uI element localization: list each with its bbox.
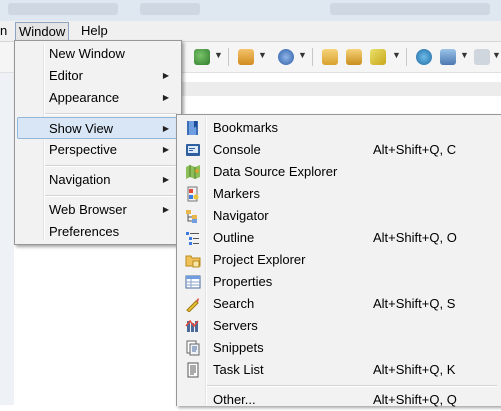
chevron-down-icon[interactable]: ▼ (214, 50, 223, 60)
title-blur (140, 3, 200, 15)
view-item-shortcut: Alt+Shift+Q, S (373, 296, 456, 311)
snippets-icon (186, 340, 200, 356)
view-item-label: Search (213, 296, 255, 311)
pen-icon[interactable] (370, 49, 386, 65)
menu-item-perspective[interactable]: Perspective ▶ (17, 139, 179, 161)
submenu-arrow-icon: ▶ (162, 71, 169, 80)
chevron-down-icon[interactable]: ▼ (392, 50, 401, 60)
view-item-label: Task List (213, 362, 264, 377)
view-item-label: Console (213, 142, 261, 157)
run-icon[interactable] (194, 49, 210, 65)
submenu-arrow-icon: ▶ (162, 175, 169, 184)
view-item-label: Markers (213, 186, 260, 201)
view-item-label: Outline (213, 230, 255, 245)
servers-icon (185, 319, 199, 332)
view-item-servers[interactable]: Servers (179, 315, 499, 337)
view-item-shortcut: Alt+Shift+Q, K (373, 362, 456, 377)
view-item-other[interactable]: Other... Alt+Shift+Q, Q (179, 389, 499, 411)
chevron-down-icon[interactable]: ▼ (258, 50, 267, 60)
menu-item-show-view[interactable]: Show View ▶ (17, 117, 179, 139)
menu-item-label: Show View (49, 121, 114, 136)
outline-icon (186, 232, 199, 245)
open-type-icon[interactable] (322, 49, 338, 65)
title-bar (0, 0, 501, 22)
console-icon (186, 144, 200, 156)
project-explorer-icon (185, 255, 201, 268)
menu-item-label: Perspective (49, 142, 117, 157)
open-folder-icon[interactable] (346, 49, 362, 65)
menu-item-label: Appearance (49, 90, 120, 105)
toolbar-separator (312, 48, 313, 66)
view-item-label: Other... (213, 392, 256, 407)
view-item-shortcut: Alt+Shift+Q, Q (373, 392, 457, 407)
new-package-icon[interactable] (238, 49, 254, 65)
globe-icon[interactable] (416, 49, 432, 65)
menu-item-label: Editor (49, 68, 83, 83)
chevron-down-icon[interactable]: ▼ (460, 50, 469, 60)
show-view-submenu: Bookmarks Console Alt+Shift+Q, C Data So… (176, 114, 501, 407)
view-item-task-list[interactable]: Task List Alt+Shift+Q, K (179, 359, 499, 381)
bookmarks-icon (187, 121, 198, 135)
new-class-icon[interactable] (278, 49, 294, 65)
menu-item-label: New Window (49, 46, 125, 61)
menu-item-web-browser[interactable]: Web Browser ▶ (17, 199, 179, 221)
chevron-down-icon[interactable]: ▼ (298, 50, 307, 60)
menu-item-preferences[interactable]: Preferences (17, 221, 179, 243)
history-icon[interactable] (474, 49, 490, 65)
properties-icon (185, 275, 201, 289)
markers-icon (187, 186, 199, 202)
menu-help[interactable]: Help (78, 22, 111, 39)
navigate-icon[interactable] (440, 49, 456, 65)
submenu-arrow-icon: ▶ (162, 124, 169, 133)
menu-separator (45, 113, 177, 115)
view-item-data-source-explorer[interactable]: Data Source Explorer (179, 161, 499, 183)
view-item-label: Bookmarks (213, 120, 279, 135)
title-blur (330, 3, 490, 15)
navigator-icon (186, 210, 197, 223)
menu-item-appearance[interactable]: Appearance ▶ (17, 87, 179, 109)
view-item-properties[interactable]: Properties (179, 271, 499, 293)
view-item-label: Servers (213, 318, 258, 333)
menu-item-label: Preferences (49, 224, 120, 239)
toolbar-separator (228, 48, 229, 66)
view-item-label: Data Source Explorer (213, 164, 338, 179)
menu-item-label: Web Browser (49, 202, 127, 217)
view-item-search[interactable]: Search Alt+Shift+Q, S (179, 293, 499, 315)
submenu-arrow-icon: ▶ (162, 145, 169, 154)
menu-item-label: Navigation (49, 172, 111, 187)
view-item-label: Snippets (213, 340, 264, 355)
left-panel-strip (0, 73, 14, 405)
view-item-label: Properties (213, 274, 273, 289)
view-item-navigator[interactable]: Navigator (179, 205, 499, 227)
view-item-snippets[interactable]: Snippets (179, 337, 499, 359)
submenu-arrow-icon: ▶ (162, 205, 169, 214)
menu-item-navigation[interactable]: Navigation ▶ (17, 169, 179, 191)
chevron-down-icon[interactable]: ▼ (492, 50, 501, 60)
submenu-arrow-icon: ▶ (162, 93, 169, 102)
search-icon (186, 298, 199, 312)
menu-bar: n Window Help (0, 21, 501, 42)
view-item-label: Navigator (213, 208, 269, 223)
view-item-outline[interactable]: Outline Alt+Shift+Q, O (179, 227, 499, 249)
view-item-shortcut: Alt+Shift+Q, C (373, 142, 457, 157)
view-item-project-explorer[interactable]: Project Explorer (179, 249, 499, 271)
toolbar-separator (406, 48, 407, 66)
menu-window[interactable]: Window (15, 22, 70, 41)
menu-item-new-window[interactable]: New Window (17, 43, 179, 65)
task-list-icon (187, 362, 199, 378)
menu-partial[interactable]: n (0, 22, 10, 39)
menu-item-editor[interactable]: Editor ▶ (17, 65, 179, 87)
view-item-shortcut: Alt+Shift+Q, O (373, 230, 457, 245)
menu-separator (45, 195, 177, 197)
data-source-explorer-icon (186, 165, 200, 179)
view-header-strip (176, 82, 501, 96)
window-menu: New Window Editor ▶ Appearance ▶ Show Vi… (14, 40, 182, 245)
title-blur (8, 3, 118, 15)
view-item-bookmarks[interactable]: Bookmarks (179, 117, 499, 139)
menu-separator (207, 385, 497, 387)
view-item-label: Project Explorer (213, 252, 306, 267)
view-item-markers[interactable]: Markers (179, 183, 499, 205)
menu-separator (45, 165, 177, 167)
view-item-console[interactable]: Console Alt+Shift+Q, C (179, 139, 499, 161)
